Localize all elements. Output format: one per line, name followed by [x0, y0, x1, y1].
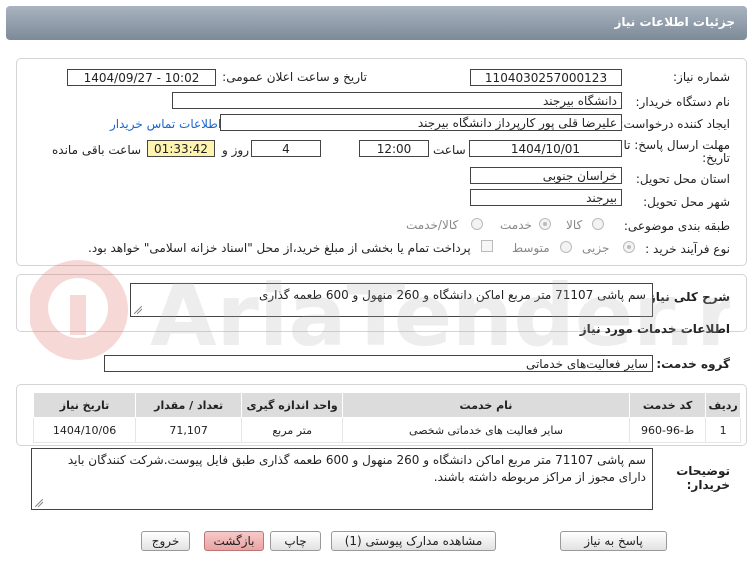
notes-text: سم پاشی 71107 متر مربع اماکن دانشگاه و 2… — [67, 453, 646, 484]
summary-text: سم پاشی 71107 متر مربع اماکن دانشگاه و 2… — [258, 288, 646, 302]
cell-quantity: 71,107 — [135, 417, 243, 443]
city-field: بیرجند — [470, 189, 622, 206]
deadline-time-label: ساعت — [433, 143, 466, 157]
back-button[interactable]: بازگشت — [204, 531, 264, 551]
category-label: طبقه بندی موضوعی: — [623, 219, 730, 233]
deadline-date-field: 1404/10/01 — [469, 140, 622, 157]
services-heading: اطلاعات خدمات مورد نیاز — [579, 322, 730, 336]
buyer-contact-link[interactable]: اطلاعات تماس خریدار — [110, 117, 221, 131]
exit-button[interactable]: خروج — [141, 531, 190, 551]
view-attachments-button[interactable]: مشاهده مدارک پیوستی (1) — [331, 531, 496, 551]
service-group-label: گروه خدمت: — [656, 357, 730, 371]
process-radio-medium[interactable] — [560, 241, 572, 253]
process-option-medium: متوسط — [512, 241, 550, 255]
payment-note: پرداخت تمام یا بخشی از مبلغ خرید،از محل … — [88, 241, 471, 255]
buyer-org-label: نام دستگاه خریدار: — [635, 95, 731, 109]
col-quantity: تعداد / مقدار — [135, 392, 243, 418]
cell-service-code: ط-96-960 — [628, 417, 707, 443]
category-radio-service[interactable] — [539, 218, 551, 230]
remaining-label: ساعت باقی مانده — [52, 143, 142, 157]
title-bar: جزئیات اطلاعات نیاز — [6, 6, 747, 40]
col-unit: واحد اندازه گیری — [241, 392, 344, 418]
days-remaining-field: 4 — [251, 140, 321, 157]
category-radio-goods-service[interactable] — [471, 218, 483, 230]
deadline-label: مهلت ارسال پاسخ: تا — [623, 138, 730, 152]
page-title: جزئیات اطلاعات نیاز — [614, 15, 735, 29]
province-label: استان محل تحویل: — [635, 172, 730, 186]
cell-unit: متر مربع — [241, 417, 344, 443]
table-row[interactable]: 1 ط-96-960 سایر فعالیت های خدماتی شخصی م… — [32, 417, 741, 443]
deadline-label-date: تاریخ: — [702, 151, 730, 165]
cell-row-number: 1 — [705, 417, 741, 443]
process-radio-minor[interactable] — [623, 241, 635, 253]
notes-label: توضیحات — [676, 464, 730, 478]
days-label: روز و — [222, 143, 249, 157]
print-button[interactable]: چاپ — [270, 531, 321, 551]
remaining-timer: 01:33:42 — [147, 140, 215, 157]
col-service-code: کد خدمت — [628, 392, 707, 418]
need-number-field: 1104030257000123 — [470, 69, 622, 86]
province-field: خراسان جنوبی — [470, 167, 622, 184]
col-need-date: تاریخ نیاز — [32, 392, 137, 418]
table-header-row: ردیف کد خدمت نام خدمت واحد اندازه گیری ت… — [32, 392, 741, 418]
category-option-goods-service: کالا/خدمت — [406, 218, 459, 232]
col-service-name: نام خدمت — [342, 392, 630, 418]
announce-label: تاریخ و ساعت اعلان عمومی: — [222, 70, 367, 84]
process-label: نوع فرآیند خرید : — [645, 242, 730, 256]
need-number-label: شماره نیاز: — [673, 70, 730, 84]
resize-grip-icon[interactable] — [134, 306, 142, 314]
notes-textarea: سم پاشی 71107 متر مربع اماکن دانشگاه و 2… — [31, 448, 653, 510]
creator-field: علیرضا قلی پور کارپرداز دانشگاه بیرجند — [220, 114, 622, 131]
services-table: ردیف کد خدمت نام خدمت واحد اندازه گیری ت… — [32, 392, 741, 443]
info-panel — [16, 58, 747, 266]
treasury-checkbox[interactable] — [481, 240, 493, 252]
buyer-org-field: دانشگاه بیرجند — [172, 92, 622, 109]
reply-button[interactable]: پاسخ به نیاز — [560, 531, 667, 551]
col-row-number: ردیف — [705, 392, 741, 418]
summary-label: شرح کلی نیاز: — [644, 290, 730, 304]
cell-need-date: 1404/10/06 — [32, 417, 137, 443]
category-radio-goods[interactable] — [592, 218, 604, 230]
city-label: شهر محل تحویل: — [643, 195, 730, 209]
category-option-service: خدمت — [500, 218, 532, 232]
category-option-goods: کالا — [566, 218, 583, 232]
creator-label: ایجاد کننده درخواست: — [619, 117, 730, 131]
process-option-minor: جزیی — [582, 241, 610, 255]
service-group-field: سایر فعالیت‌های خدماتی — [104, 355, 653, 372]
cell-service-name: سایر فعالیت های خدماتی شخصی — [342, 417, 630, 443]
deadline-time-field: 12:00 — [359, 140, 429, 157]
resize-grip-icon[interactable] — [35, 499, 43, 507]
notes-label-buyer: خریدار: — [686, 478, 730, 492]
announce-datetime-field: 1404/09/27 - 10:02 — [67, 69, 216, 86]
summary-textarea: سم پاشی 71107 متر مربع اماکن دانشگاه و 2… — [130, 283, 653, 317]
